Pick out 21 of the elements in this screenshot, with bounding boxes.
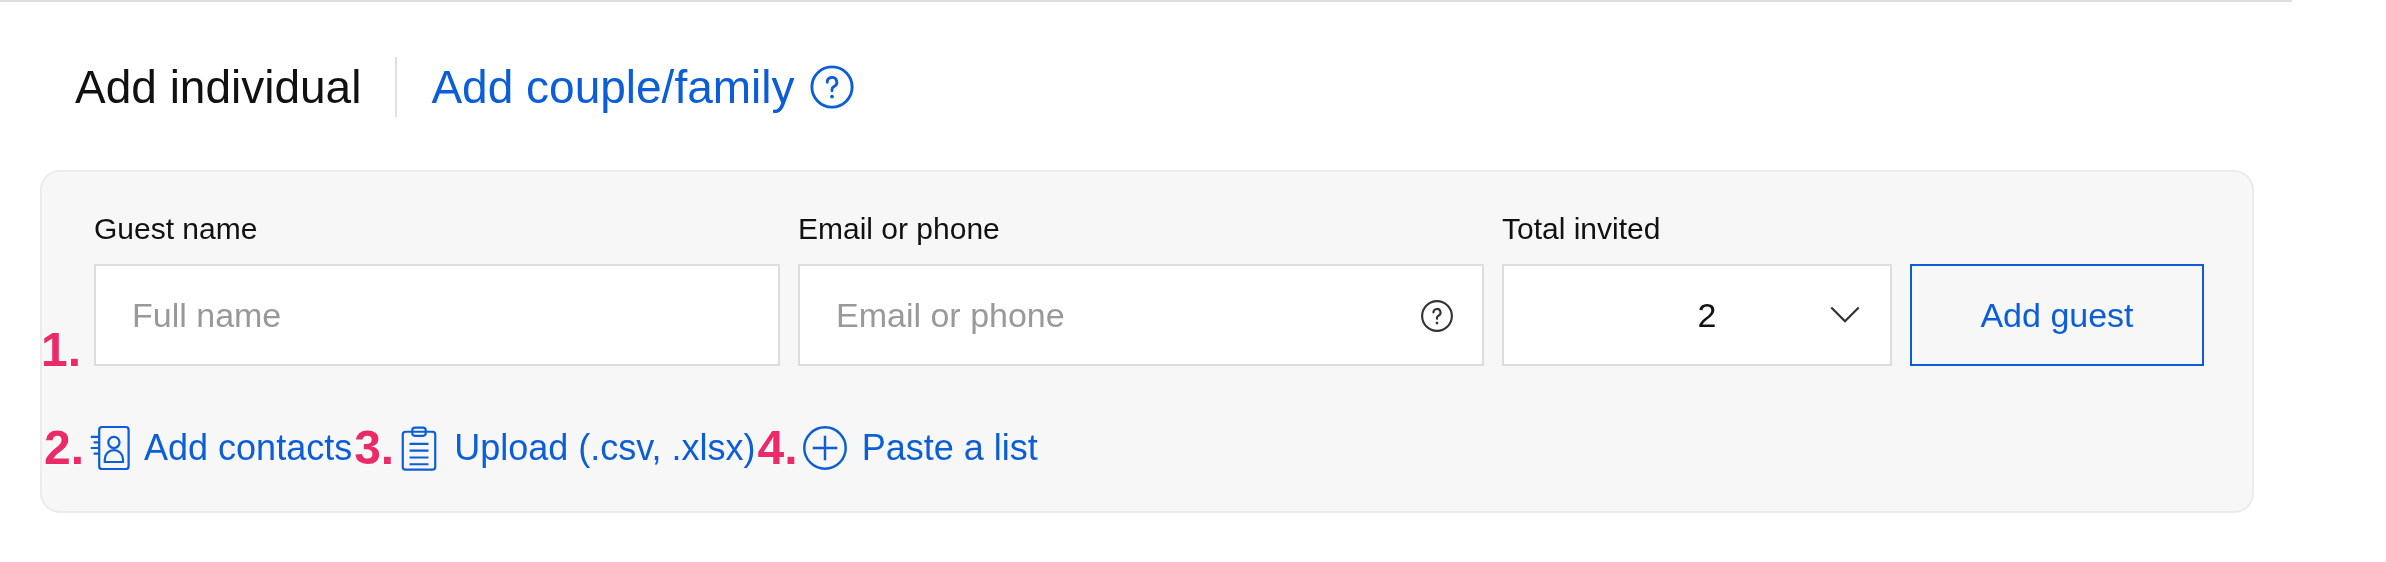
step-marker: 2. — [44, 424, 85, 472]
count-dropdown[interactable]: 2 — [1502, 264, 1892, 366]
chevron-down-icon — [1830, 306, 1860, 324]
tab[interactable]: Add couple/family — [431, 60, 795, 114]
step-marker: 1. — [41, 326, 82, 374]
link[interactable]: Paste a list — [861, 427, 1038, 469]
input-field[interactable]: Email or phone — [798, 264, 1484, 366]
step-marker: 4. — [757, 424, 798, 472]
help-icon[interactable] — [808, 64, 855, 110]
step-marker: 3. — [354, 424, 395, 472]
help-icon[interactable] — [1420, 299, 1454, 333]
field-label: Total invited — [1502, 212, 1661, 246]
field-label: Email or phone — [798, 212, 1000, 246]
field-label: Guest name — [94, 212, 258, 246]
add-guest-button[interactable]: Add guest — [1910, 264, 2204, 366]
plus-circle-icon — [801, 425, 848, 471]
link[interactable]: Upload (.csv, .xlsx) — [454, 427, 756, 469]
contact-card-icon — [88, 425, 131, 471]
input-field[interactable]: Full name — [94, 264, 780, 366]
tab[interactable]: Add individual — [75, 60, 362, 114]
link[interactable]: Add contacts — [144, 427, 353, 469]
